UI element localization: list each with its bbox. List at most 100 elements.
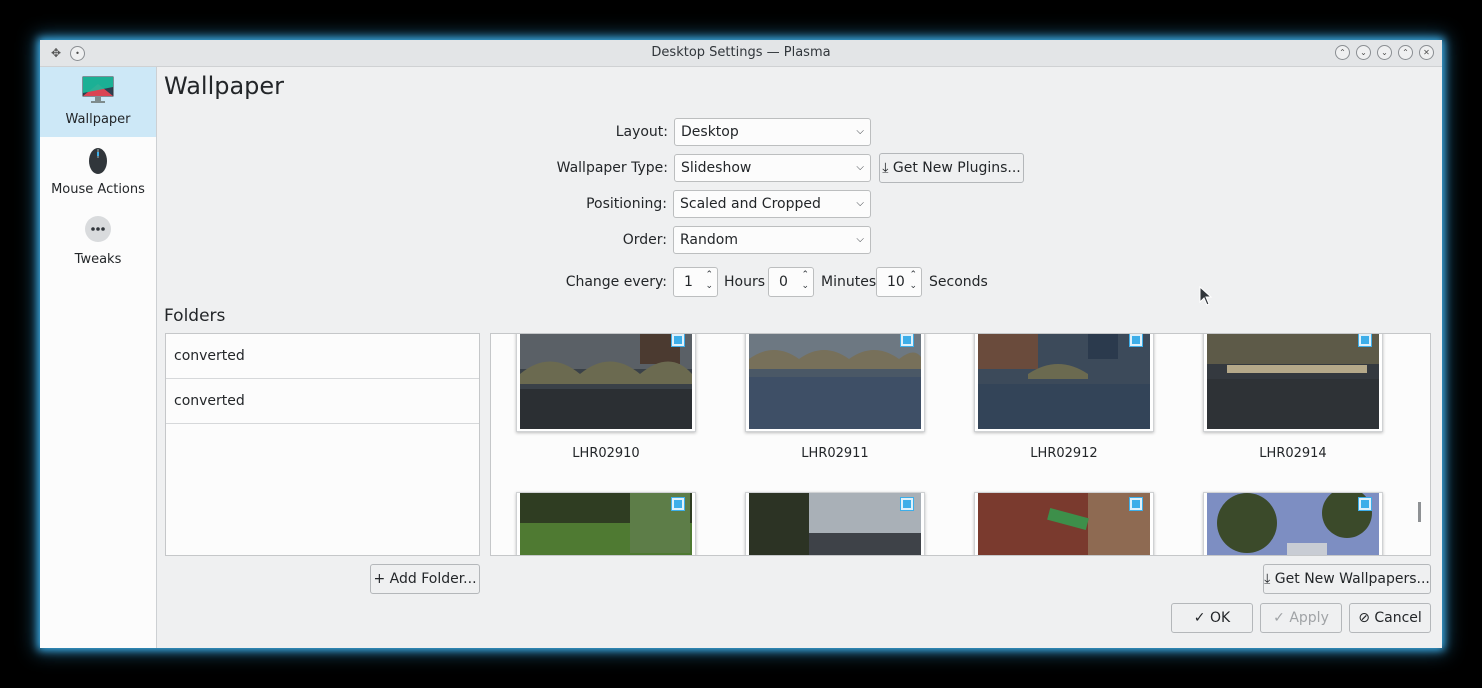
page-title: Wallpaper: [164, 72, 285, 100]
chevron-down-icon: ⌵: [856, 162, 864, 173]
sidebar-item-wallpaper[interactable]: Wallpaper: [40, 67, 156, 137]
checkbox[interactable]: [1358, 497, 1372, 511]
wallpaper-image: [978, 334, 1150, 429]
hours-spinbox[interactable]: 1 ⌃ ⌄: [673, 267, 718, 297]
wallpaper-thumbnail[interactable]: [745, 492, 925, 555]
wallpaper-grid[interactable]: LHR02910 LHR02911 LHR02912 LHR02914: [490, 333, 1431, 556]
sidebar-item-tweaks[interactable]: Tweaks: [40, 207, 156, 277]
wallpaper-image: [749, 334, 921, 429]
add-folder-button[interactable]: + Add Folder...: [370, 564, 480, 594]
cancel-button[interactable]: ⊘ Cancel: [1349, 603, 1431, 633]
positioning-label: Positioning:: [586, 196, 667, 212]
wallpaper-image: [1207, 334, 1379, 429]
wallpaper-name: LHR02914: [1259, 446, 1327, 461]
chevron-down-icon: ⌵: [856, 234, 864, 245]
add-folder-label: Add Folder...: [389, 571, 477, 587]
wallpaper-image: [978, 493, 1150, 555]
chevron-down-icon: ⌵: [856, 198, 864, 209]
window-title: Desktop Settings — Plasma: [651, 45, 831, 60]
wallpaper-thumbnail[interactable]: [1203, 334, 1383, 432]
mouse-cursor-icon: [1199, 286, 1213, 306]
cancel-icon: ⊘: [1358, 610, 1370, 626]
sidebar-item-label: Wallpaper: [65, 112, 131, 127]
sidebar-item-label: Tweaks: [74, 252, 122, 267]
wallpaper-image: [520, 493, 692, 555]
layout-select-value: Desktop: [681, 124, 739, 140]
wallpaper-image: [1207, 493, 1379, 555]
download-icon: ⤓: [882, 160, 889, 176]
checkbox[interactable]: [900, 497, 914, 511]
checkbox[interactable]: [671, 334, 685, 347]
get-new-wallpapers-label: Get New Wallpapers...: [1274, 571, 1430, 587]
seconds-value: 10: [887, 274, 905, 290]
list-item[interactable]: converted: [166, 334, 479, 379]
wallpaper-image: [520, 334, 692, 429]
layout-select[interactable]: Desktop ⌵: [674, 118, 871, 146]
spin-arrows-icon[interactable]: ⌃ ⌄: [705, 270, 713, 292]
layout-label: Layout:: [615, 124, 668, 140]
scrollbar[interactable]: [1418, 502, 1421, 522]
checkbox[interactable]: [1358, 334, 1372, 347]
ok-label: OK: [1209, 610, 1231, 626]
get-new-plugins-label: Get New Plugins...: [892, 160, 1021, 176]
checkbox[interactable]: [671, 497, 685, 511]
positioning-select-value: Scaled and Cropped: [680, 196, 821, 212]
folder-list[interactable]: converted converted: [165, 333, 480, 556]
title-bar: ✥ • Desktop Settings — Plasma ⌃ ⌄ ⌄ ⌃ ✕: [40, 40, 1442, 67]
minimize-icon[interactable]: ⌄: [1377, 45, 1392, 60]
plus-icon: +: [373, 571, 386, 587]
get-new-wallpapers-button[interactable]: ⤓ Get New Wallpapers...: [1263, 564, 1431, 594]
checkbox[interactable]: [1129, 334, 1143, 347]
get-new-plugins-button[interactable]: ⤓ Get New Plugins...: [879, 153, 1024, 183]
spin-arrows-icon[interactable]: ⌃ ⌄: [909, 270, 917, 292]
keep-above-icon[interactable]: ⌃: [1335, 45, 1350, 60]
keep-below-icon[interactable]: ⌄: [1356, 45, 1371, 60]
wallpaper-name: LHR02910: [572, 446, 640, 461]
wallpaper-thumbnail[interactable]: [516, 492, 696, 555]
hours-value: 1: [684, 274, 693, 290]
checkmark-icon: ✓: [1273, 610, 1285, 626]
wallpaper-name: LHR02911: [801, 446, 869, 461]
settings-window: ✥ • Desktop Settings — Plasma ⌃ ⌄ ⌄ ⌃ ✕ …: [40, 40, 1442, 648]
wallpaper-image: [749, 493, 921, 555]
list-item[interactable]: converted: [166, 379, 479, 424]
ok-button[interactable]: ✓ OK: [1171, 603, 1253, 633]
monitor-icon: [82, 76, 114, 103]
order-label: Order:: [622, 232, 667, 248]
wallpaper-name: LHR02912: [1030, 446, 1098, 461]
wallpaper-type-select[interactable]: Slideshow ⌵: [674, 154, 871, 182]
checkmark-icon: ✓: [1193, 610, 1206, 626]
checkbox[interactable]: [900, 334, 914, 347]
hours-label: Hours: [724, 274, 766, 290]
wallpaper-thumbnail[interactable]: [974, 334, 1154, 432]
apply-label: Apply: [1289, 610, 1329, 626]
maximize-icon[interactable]: ⌃: [1398, 45, 1413, 60]
seconds-label: Seconds: [929, 274, 988, 290]
wallpaper-thumbnail[interactable]: [516, 334, 696, 432]
wallpaper-thumbnail[interactable]: [974, 492, 1154, 555]
minutes-value: 0: [779, 274, 788, 290]
wallpaper-type-select-value: Slideshow: [681, 160, 752, 176]
minutes-spinbox[interactable]: 0 ⌃ ⌄: [768, 267, 814, 297]
download-icon: ⤓: [1264, 571, 1271, 587]
wallpaper-thumbnail[interactable]: [745, 334, 925, 432]
order-select-value: Random: [680, 232, 738, 248]
change-every-label: Change every:: [565, 274, 667, 290]
sidebar-item-mouse-actions[interactable]: Mouse Actions: [40, 137, 156, 207]
wallpaper-type-label: Wallpaper Type:: [556, 160, 668, 176]
sidebar: Wallpaper Mouse Actions Tweaks: [40, 67, 157, 648]
apply-button[interactable]: ✓ Apply: [1260, 603, 1342, 633]
more-icon: [85, 216, 111, 242]
mouse-icon: [89, 148, 107, 174]
close-icon[interactable]: ✕: [1419, 45, 1434, 60]
minutes-label: Minutes: [821, 274, 877, 290]
wallpaper-thumbnail[interactable]: [1203, 492, 1383, 555]
spin-arrows-icon[interactable]: ⌃ ⌄: [801, 270, 809, 292]
seconds-spinbox[interactable]: 10 ⌃ ⌄: [876, 267, 922, 297]
order-select[interactable]: Random ⌵: [673, 226, 871, 254]
chevron-down-icon: ⌵: [856, 126, 864, 137]
sidebar-item-label: Mouse Actions: [51, 182, 145, 197]
checkbox[interactable]: [1129, 497, 1143, 511]
folders-heading: Folders: [164, 306, 226, 326]
positioning-select[interactable]: Scaled and Cropped ⌵: [673, 190, 871, 218]
